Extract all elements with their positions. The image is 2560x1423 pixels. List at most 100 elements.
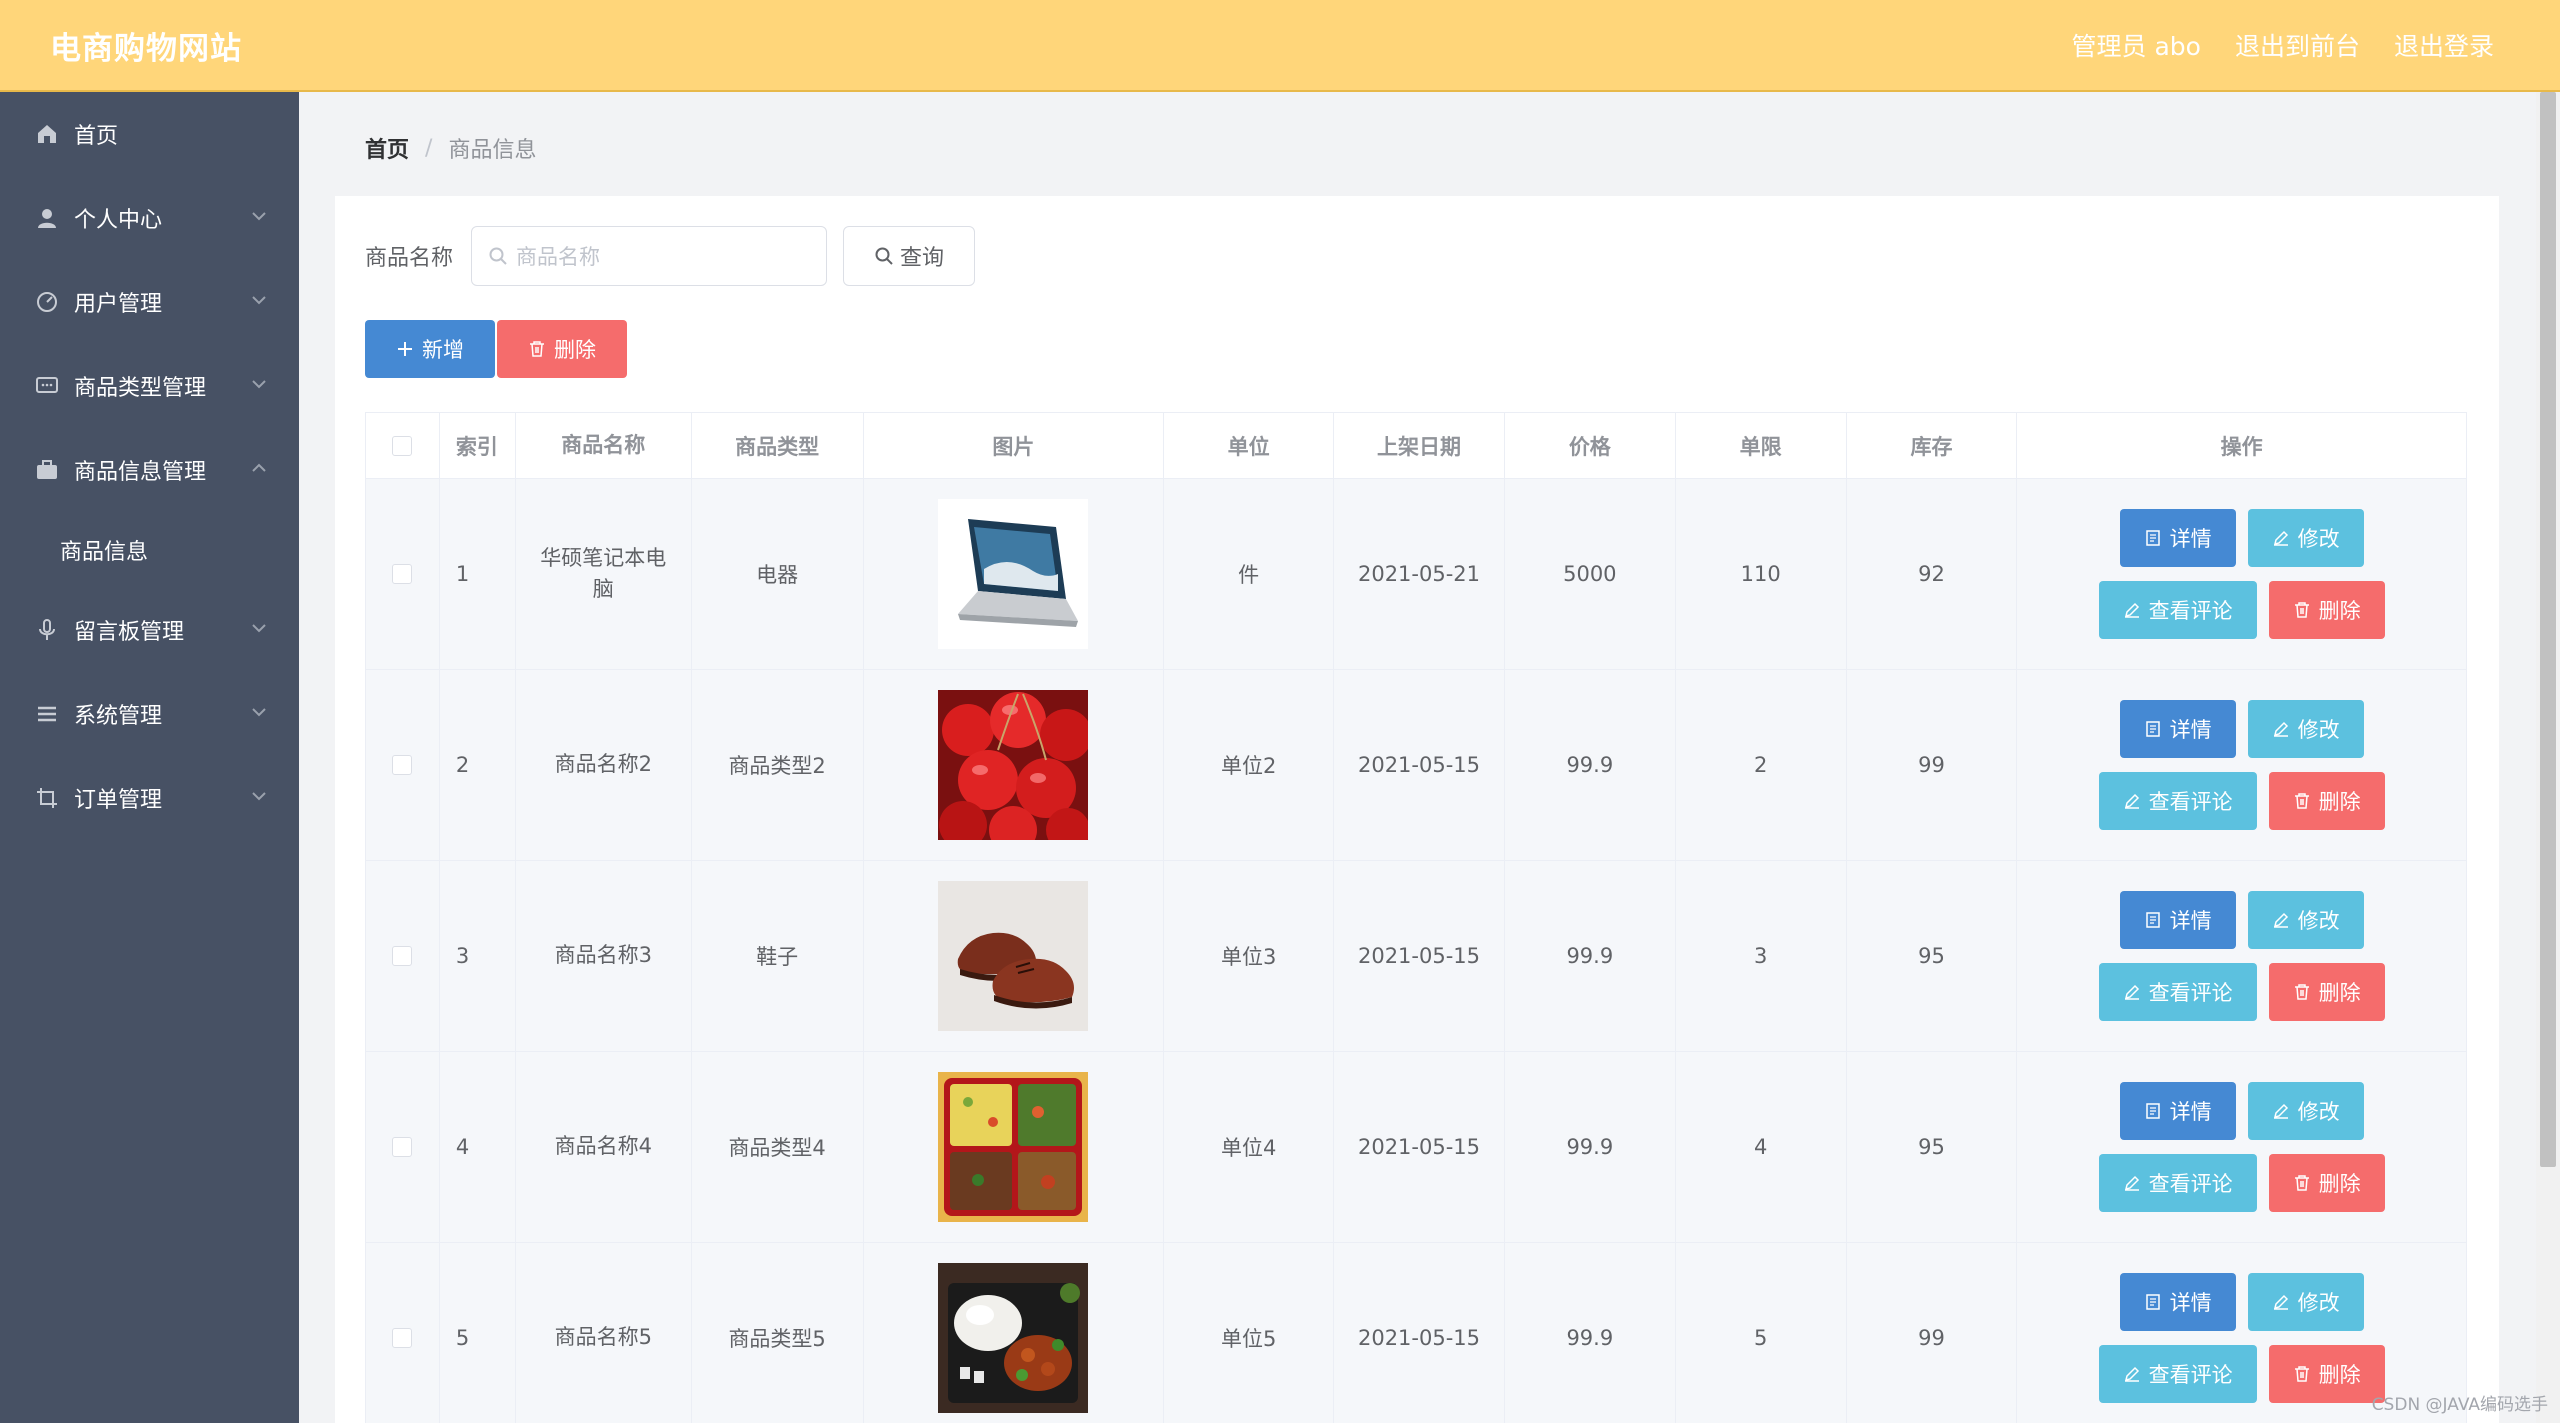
row-product-type: 商品类型5 (692, 1243, 864, 1423)
edit-button[interactable]: 修改 (2247, 700, 2364, 758)
exit-to-frontend-link[interactable]: 退出到前台 (2235, 27, 2360, 63)
edit-button[interactable]: 修改 (2247, 891, 2364, 949)
sidebar-item-message-board-management[interactable]: 留言板管理 (0, 588, 299, 672)
sidebar: 首页 个人中心 用户管理 商品类型管理 商品信息管理 商品信息 留言板管理 系统… (0, 92, 299, 1423)
row-checkbox[interactable] (392, 755, 413, 775)
sidebar-subitem-product-info[interactable]: 商品信息 (0, 512, 299, 588)
row-checkbox[interactable] (392, 564, 413, 584)
chevron-down-icon (252, 380, 266, 389)
pencil-icon (2273, 1103, 2288, 1119)
row-select[interactable] (366, 670, 440, 860)
row-checkbox[interactable] (392, 946, 413, 966)
row-product-name: 商品名称4 (516, 1052, 692, 1242)
trash-icon (2294, 1366, 2309, 1382)
row-image-cell (864, 861, 1165, 1051)
admin-user-link[interactable]: 管理员 abo (2072, 27, 2201, 63)
row-checkbox[interactable] (392, 1328, 413, 1348)
logout-link[interactable]: 退出登录 (2394, 27, 2494, 63)
view-comments-button[interactable]: 查看评论 (2098, 1345, 2257, 1403)
header-operations: 操作 (2220, 434, 2263, 459)
sidebar-item-product-info-management[interactable]: 商品信息管理 (0, 428, 299, 512)
view-comments-button[interactable]: 查看评论 (2098, 963, 2257, 1021)
sidebar-item-home[interactable]: 首页 (0, 92, 299, 176)
table-row: 3 商品名称3 鞋子 单位3 2021-05-15 99.9 3 95 详情 修… (366, 861, 2466, 1052)
pencil-icon (2124, 602, 2139, 618)
chevron-down-icon (252, 708, 266, 717)
detail-button-label: 详情 (2169, 1291, 2212, 1315)
row-select[interactable] (366, 1052, 440, 1242)
row-select[interactable] (366, 1243, 440, 1423)
delete-button[interactable]: 删除 (2268, 772, 2385, 830)
header-select-all[interactable] (366, 413, 440, 478)
row-unit: 件 (1164, 479, 1335, 669)
row-listing-date: 2021-05-15 (1334, 1243, 1505, 1423)
detail-button[interactable]: 详情 (2119, 1082, 2236, 1140)
row-select[interactable] (366, 861, 440, 1051)
sidebar-item-label: 留言板管理 (74, 620, 185, 645)
row-limit: 2 (1676, 670, 1847, 860)
delete-button-label: 删除 (2318, 790, 2361, 814)
row-product-type: 商品类型4 (692, 1052, 864, 1242)
delete-button-label: 删除 (2318, 981, 2361, 1005)
delete-button[interactable]: 删除 (2268, 963, 2385, 1021)
view-comments-button[interactable]: 查看评论 (2098, 772, 2257, 830)
table-row: 2 商品名称2 商品类型2 单位2 2021-05-15 99.9 2 99 详… (366, 670, 2466, 861)
pencil-icon (2273, 530, 2288, 546)
detail-button-label: 详情 (2169, 527, 2212, 551)
chevron-down-icon (252, 296, 266, 305)
breadcrumb-home[interactable]: 首页 (365, 132, 409, 164)
row-unit: 单位4 (1164, 1052, 1335, 1242)
header-stock: 库存 (1847, 413, 2018, 478)
sidebar-item-product-type-management[interactable]: 商品类型管理 (0, 344, 299, 428)
row-price: 5000 (1505, 479, 1676, 669)
delete-button[interactable]: 删除 (2268, 1345, 2385, 1403)
pencil-icon (2124, 1366, 2139, 1382)
delete-button[interactable]: 删除 (2268, 581, 2385, 639)
edit-button[interactable]: 修改 (2247, 1082, 2364, 1140)
delete-button-label: 删除 (2318, 1172, 2361, 1196)
menu-lines-icon (34, 701, 60, 727)
sidebar-item-user-management[interactable]: 用户管理 (0, 260, 299, 344)
document-icon (2145, 1103, 2160, 1119)
row-product-name: 商品名称2 (516, 670, 692, 860)
page-scrollbar[interactable] (2536, 92, 2560, 1423)
batch-delete-button-label: 删除 (554, 338, 596, 362)
delete-button[interactable]: 删除 (2268, 1154, 2385, 1212)
row-select[interactable] (366, 479, 440, 669)
row-product-name: 华硕笔记本电脑 (516, 479, 692, 669)
query-button[interactable]: 查询 (843, 226, 976, 286)
view-comments-button-label: 查看评论 (2148, 981, 2233, 1005)
trash-icon (530, 341, 544, 357)
detail-button[interactable]: 详情 (2119, 891, 2236, 949)
view-comments-button[interactable]: 查看评论 (2098, 1154, 2257, 1212)
edit-button[interactable]: 修改 (2247, 1273, 2364, 1331)
detail-button[interactable]: 详情 (2119, 1273, 2236, 1331)
detail-button[interactable]: 详情 (2119, 509, 2236, 567)
product-name-search-input[interactable]: 商品名称 (471, 226, 828, 286)
edit-button[interactable]: 修改 (2247, 509, 2364, 567)
sidebar-item-order-management[interactable]: 订单管理 (0, 756, 299, 840)
row-unit: 单位5 (1164, 1243, 1335, 1423)
detail-button[interactable]: 详情 (2119, 700, 2236, 758)
row-checkbox[interactable] (392, 1137, 413, 1157)
view-comments-button[interactable]: 查看评论 (2098, 581, 2257, 639)
sidebar-item-system-management[interactable]: 系统管理 (0, 672, 299, 756)
gauge-icon (34, 289, 60, 315)
row-listing-date: 2021-05-15 (1334, 861, 1505, 1051)
add-button[interactable]: 新增 (365, 320, 495, 378)
edit-button-label: 修改 (2297, 1100, 2340, 1124)
pencil-icon (2273, 912, 2288, 928)
row-operations: 详情 修改 查看评论 删除 (2017, 479, 2466, 669)
table-row: 5 商品名称5 商品类型5 单位5 2021-05-15 99.9 5 99 详… (366, 1243, 2466, 1423)
select-all-checkbox[interactable] (392, 435, 413, 456)
scrollbar-thumb[interactable] (2540, 92, 2556, 1167)
search-bar: 商品名称 商品名称 查询 (365, 226, 976, 286)
row-image-cell (864, 670, 1165, 860)
sidebar-item-personal-center[interactable]: 个人中心 (0, 176, 299, 260)
sidebar-item-label: 用户管理 (74, 292, 163, 317)
breadcrumb-separator: / (425, 135, 433, 161)
row-stock: 99 (1847, 670, 2018, 860)
row-image-cell (864, 479, 1165, 669)
batch-delete-button[interactable]: 删除 (497, 320, 627, 378)
microphone-icon (34, 617, 60, 643)
